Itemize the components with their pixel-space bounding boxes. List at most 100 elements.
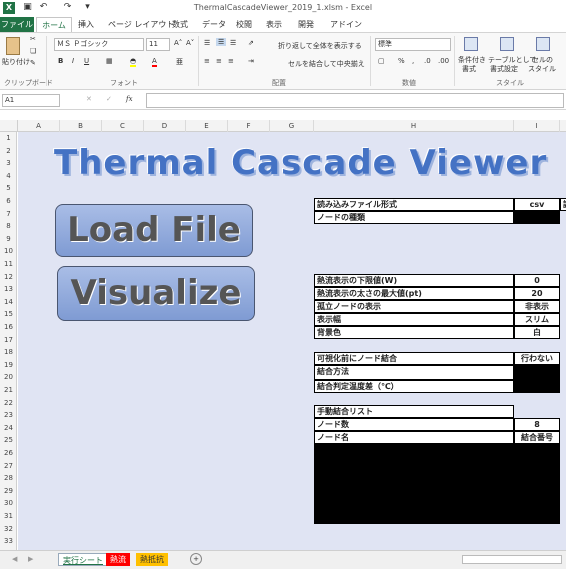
row-header[interactable]: 15 [0, 308, 17, 321]
italic-icon[interactable]: I [72, 57, 74, 65]
row-header[interactable]: 9 [0, 233, 17, 246]
align-right-icon[interactable]: ≡ [228, 57, 234, 65]
row-header[interactable]: 30 [0, 497, 17, 510]
row-header[interactable]: 26 [0, 447, 17, 460]
row-header[interactable]: 2 [0, 145, 17, 158]
tab-developer[interactable]: 開発 [298, 17, 314, 32]
scroll-right-icon[interactable]: ▶ [28, 555, 33, 563]
align-bottom-icon[interactable]: ☰ [230, 39, 236, 47]
row-header[interactable]: 17 [0, 334, 17, 347]
row-header[interactable]: 3 [0, 157, 17, 170]
phonetic-icon[interactable]: 亜 [176, 57, 183, 67]
name-box[interactable]: A1 [2, 94, 60, 107]
sheet-tab-heatflow[interactable]: 熱流 [106, 553, 130, 566]
sheet-tab-resistance[interactable]: 熱抵抗 [136, 553, 168, 566]
row-header[interactable]: 29 [0, 485, 17, 498]
column-header[interactable]: G [270, 120, 314, 132]
row-header[interactable]: 7 [0, 208, 17, 221]
enter-icon[interactable]: ✓ [106, 95, 112, 103]
merge-method-cell[interactable] [514, 365, 560, 380]
column-header[interactable]: A [18, 120, 60, 132]
currency-icon[interactable]: ▢ [378, 57, 385, 65]
insert-function-button[interactable]: fx [126, 95, 133, 103]
indent-icon[interactable]: ⇥ [248, 57, 254, 65]
column-header[interactable]: C [102, 120, 144, 132]
row-header[interactable]: 14 [0, 296, 17, 309]
tab-home[interactable]: ホーム [36, 17, 72, 32]
formula-input[interactable] [146, 93, 564, 108]
lower-limit-cell[interactable]: 0 [514, 274, 560, 287]
row-header[interactable]: 12 [0, 271, 17, 284]
row-header[interactable]: 1 [0, 132, 17, 145]
align-center-icon[interactable]: ≡ [216, 57, 222, 65]
row-header[interactable]: 13 [0, 283, 17, 296]
number-format-select[interactable]: 標準 [375, 38, 451, 51]
tab-review[interactable]: 校閲 [236, 17, 252, 32]
visualize-button[interactable]: Visualize [57, 266, 255, 321]
node-list-area[interactable] [314, 444, 560, 524]
tab-data[interactable]: データ [202, 17, 226, 32]
column-header[interactable]: H [314, 120, 514, 132]
tab-addins[interactable]: アドイン [330, 17, 362, 32]
row-header[interactable]: 4 [0, 170, 17, 183]
increase-decimal-icon[interactable]: .0 [424, 57, 431, 65]
tab-insert[interactable]: 挿入 [78, 17, 94, 32]
fill-color-icon[interactable]: ◓ [130, 57, 137, 67]
tab-file[interactable]: ファイル [0, 17, 34, 32]
copy-icon[interactable]: ❏ [30, 47, 36, 55]
column-header[interactable]: F [228, 120, 270, 132]
format-painter-icon[interactable]: ✎ [30, 59, 36, 67]
row-header[interactable]: 19 [0, 359, 17, 372]
tab-formulas[interactable]: 数式 [172, 17, 188, 32]
percent-icon[interactable]: % [398, 57, 405, 65]
font-size-select[interactable]: 11 [146, 38, 170, 51]
font-name-select[interactable]: ＭＳ Ｐゴシック [54, 38, 144, 51]
row-header[interactable]: 32 [0, 523, 17, 536]
orientation-icon[interactable]: ⇗ [248, 39, 254, 47]
isolated-node-cell[interactable]: 非表示 [514, 300, 560, 313]
row-header[interactable]: 24 [0, 422, 17, 435]
merge-temp-cell[interactable] [514, 380, 560, 393]
max-thickness-cell[interactable]: 20 [514, 287, 560, 300]
shrink-font-icon[interactable]: A˅ [186, 39, 194, 47]
merge-center-button[interactable]: セルを結合して中央揃え [288, 59, 365, 69]
row-header[interactable]: 18 [0, 346, 17, 359]
align-middle-icon[interactable]: ☰ [216, 38, 227, 46]
align-left-icon[interactable]: ≡ [204, 57, 210, 65]
comma-icon[interactable]: , [412, 57, 414, 65]
background-color-cell[interactable]: 白 [514, 326, 560, 339]
row-header[interactable]: 10 [0, 245, 17, 258]
merge-before-cell[interactable]: 行わない [514, 352, 560, 365]
format-table-icon[interactable] [500, 37, 514, 51]
row-header[interactable]: 25 [0, 434, 17, 447]
cancel-icon[interactable]: ✕ [86, 95, 92, 103]
decrease-decimal-icon[interactable]: .00 [438, 57, 449, 65]
row-header[interactable]: 22 [0, 397, 17, 410]
load-file-button[interactable]: Load File [55, 204, 253, 257]
row-header[interactable]: 33 [0, 535, 17, 548]
borders-icon[interactable]: ▦ [106, 57, 113, 65]
tab-page-layout[interactable]: ページ レイアウト [108, 17, 174, 32]
horizontal-scrollbar[interactable] [462, 555, 562, 564]
font-color-icon[interactable]: A [152, 57, 157, 67]
row-header[interactable]: 20 [0, 371, 17, 384]
conditional-format-icon[interactable] [464, 37, 478, 51]
sheet-tab-execute[interactable]: 実行シート [58, 553, 108, 566]
file-format-cell[interactable]: csv [514, 198, 560, 211]
paste-icon[interactable] [6, 37, 20, 55]
column-header[interactable]: E [186, 120, 228, 132]
node-type-cell[interactable] [514, 211, 560, 224]
row-header[interactable]: 28 [0, 472, 17, 485]
select-all-corner[interactable] [0, 120, 18, 132]
row-header[interactable]: 11 [0, 258, 17, 271]
align-top-icon[interactable]: ☰ [204, 39, 210, 47]
row-header[interactable]: 16 [0, 321, 17, 334]
row-header[interactable]: 27 [0, 460, 17, 473]
tab-view[interactable]: 表示 [266, 17, 282, 32]
column-header[interactable]: D [144, 120, 186, 132]
row-header[interactable]: 23 [0, 409, 17, 422]
underline-icon[interactable]: U [84, 57, 89, 65]
scroll-left-icon[interactable]: ◀ [12, 555, 17, 563]
node-count-cell[interactable]: 8 [514, 418, 560, 431]
cut-icon[interactable]: ✂ [30, 35, 36, 43]
